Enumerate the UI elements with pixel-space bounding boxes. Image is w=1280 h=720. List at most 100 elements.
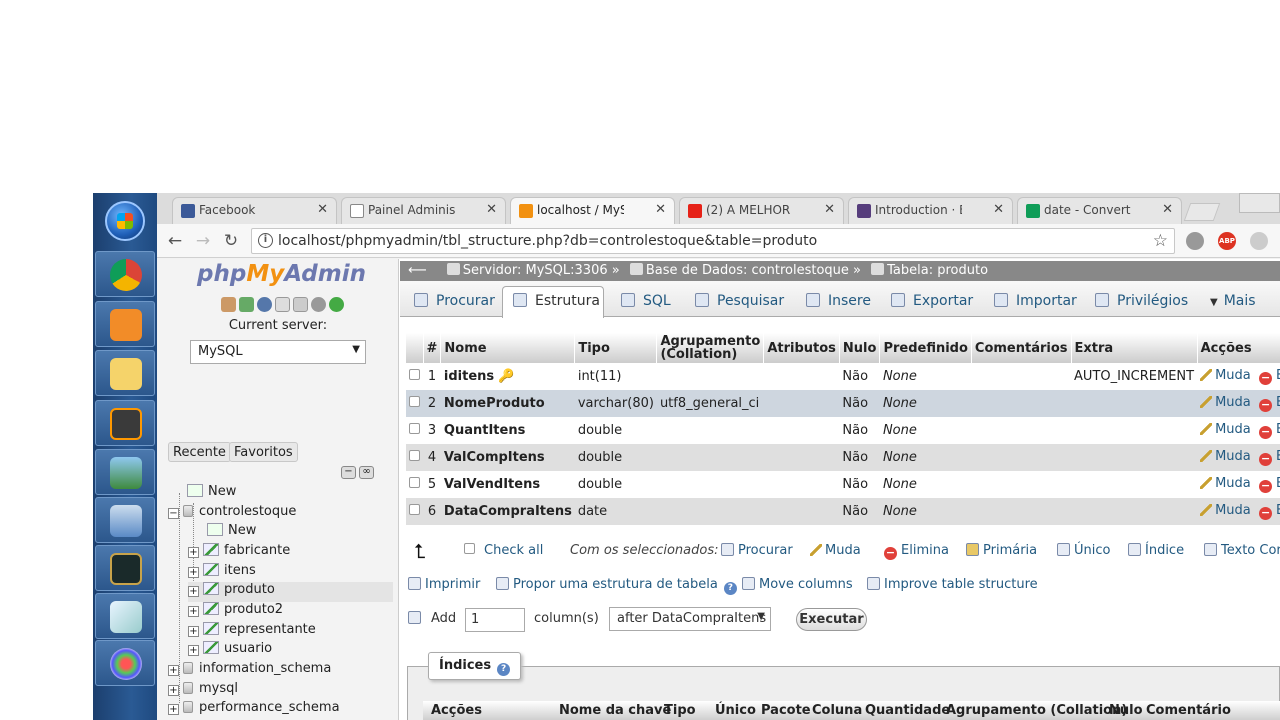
tab-painel-administrado[interactable]: Painel Administrado ✕ — [341, 197, 506, 224]
tree-item-itens[interactable]: + itens — [188, 563, 256, 583]
chrome-taskbar-icon[interactable] — [95, 251, 155, 297]
control-panel-taskbar-icon[interactable] — [95, 497, 155, 543]
close-tab-icon[interactable]: ✕ — [824, 202, 835, 217]
info-icon[interactable]: i — [258, 233, 273, 248]
photo-viewer-taskbar-icon[interactable] — [95, 449, 155, 495]
table-row[interactable]: 4 ValCompItens double Não None Muda −Elimin — [406, 444, 1280, 471]
close-tab-icon[interactable]: ✕ — [655, 202, 666, 217]
tab-bootstrap[interactable]: Introduction · Boots ✕ — [848, 197, 1013, 224]
tree-item-controlestoque[interactable]: − controlestoque — [168, 504, 296, 524]
extension-icon[interactable] — [1186, 232, 1204, 250]
expand-icon[interactable]: + — [188, 645, 199, 656]
drop-column-button[interactable]: −Elimin — [1259, 395, 1280, 412]
tree-item-fabricante[interactable]: + fabricante — [188, 543, 290, 563]
tab-mais[interactable]: ▼ Mais — [1210, 287, 1256, 317]
paint-taskbar-icon[interactable] — [95, 640, 155, 686]
bulk-change-button[interactable]: Muda — [810, 543, 861, 558]
change-column-button[interactable]: Muda — [1200, 476, 1251, 491]
bulk-primary-button[interactable]: Primária — [966, 543, 1037, 558]
tab-recente[interactable]: Recente — [168, 442, 231, 462]
header-nome[interactable]: Nome — [440, 333, 576, 363]
tab-sql[interactable]: SQL — [621, 287, 671, 317]
header-predefinido[interactable]: Predefinido — [879, 333, 972, 363]
move-columns-link[interactable]: Move columns — [742, 577, 853, 592]
expand-icon[interactable]: + — [188, 626, 199, 637]
drop-column-button[interactable]: −Elimin — [1259, 368, 1280, 385]
tree-item-produto[interactable]: + produto — [188, 582, 393, 602]
header-tipo[interactable]: Tipo — [574, 333, 658, 363]
media-player-taskbar-icon[interactable] — [95, 301, 155, 347]
refresh-icon[interactable] — [329, 297, 344, 312]
reload-icon[interactable]: ↻ — [220, 230, 242, 252]
back-arrow-icon[interactable]: ⟵ — [408, 263, 427, 278]
drop-column-button[interactable]: −Elimin — [1259, 449, 1280, 466]
drop-column-button[interactable]: −Elimin — [1259, 476, 1280, 493]
bulk-drop-button[interactable]: − Elimina — [884, 543, 949, 560]
expand-icon[interactable]: + — [168, 704, 179, 715]
tab-facebook[interactable]: Facebook ✕ — [172, 197, 337, 224]
table-row[interactable]: 2 NomeProduto varchar(80) utf8_general_ci Nã… — [406, 390, 1280, 417]
tree-item-information-schema[interactable]: + information_schema — [168, 661, 331, 681]
close-tab-icon[interactable]: ✕ — [486, 202, 497, 217]
new-tab-button[interactable] — [1183, 203, 1221, 221]
expand-icon[interactable]: + — [188, 547, 199, 558]
bulk-browse-button[interactable]: Procurar — [721, 543, 793, 558]
print-link[interactable]: Imprimir — [408, 577, 480, 592]
close-tab-icon[interactable]: ✕ — [993, 202, 1004, 217]
tab-insere[interactable]: Insere — [806, 287, 871, 317]
tab-exportar[interactable]: Exportar — [891, 287, 973, 317]
table-row[interactable]: 3 QuantItens double Não None Muda −Elimin — [406, 417, 1280, 444]
notepad-taskbar-icon[interactable] — [95, 593, 155, 639]
logout-icon[interactable] — [239, 297, 254, 312]
gear-icon[interactable] — [311, 297, 326, 312]
check-all[interactable]: Check all — [464, 543, 543, 558]
copy-icon[interactable] — [293, 297, 308, 312]
change-column-button[interactable]: Muda — [1200, 368, 1251, 383]
forward-icon[interactable]: → — [192, 230, 214, 252]
expand-icon[interactable]: + — [188, 606, 199, 617]
tab-procurar[interactable]: Procurar — [414, 287, 495, 317]
drop-column-button[interactable]: −Elimin — [1259, 503, 1280, 520]
expand-icon[interactable]: + — [188, 567, 199, 578]
row-checkbox[interactable] — [409, 423, 420, 434]
tab-importar[interactable]: Importar — [994, 287, 1077, 317]
file-explorer-taskbar-icon[interactable] — [95, 350, 155, 396]
tree-item-produto2[interactable]: + produto2 — [188, 602, 283, 622]
link-icon[interactable]: ∞ — [359, 466, 374, 479]
windows-start-button[interactable] — [105, 201, 145, 241]
row-checkbox[interactable] — [409, 396, 420, 407]
change-column-button[interactable]: Muda — [1200, 422, 1251, 437]
header-nulo[interactable]: Nulo — [839, 333, 881, 363]
sublime-text-taskbar-icon[interactable] — [95, 400, 155, 446]
tab-phpmyadmin[interactable]: localhost / MySQL / ✕ — [510, 197, 675, 224]
extension-icon[interactable] — [1250, 232, 1268, 250]
expand-icon[interactable]: + — [168, 685, 179, 696]
address-bar[interactable]: i localhost/phpmyadmin/tbl_structure.php… — [251, 228, 1175, 254]
indexes-legend[interactable]: Índices? — [428, 652, 522, 680]
league-of-legends-taskbar-icon[interactable] — [95, 545, 155, 591]
tab-youtube[interactable]: (2) A MELHOR PART ✕ — [679, 197, 844, 224]
bulk-unique-button[interactable]: Único — [1057, 543, 1110, 558]
close-tab-icon[interactable]: ✕ — [317, 202, 328, 217]
help-icon[interactable]: ? — [497, 663, 511, 676]
row-checkbox[interactable] — [409, 450, 420, 461]
tab-privilegios[interactable]: Privilégios — [1095, 287, 1188, 317]
server-select[interactable]: MySQL ▼ — [190, 340, 366, 364]
row-checkbox[interactable] — [409, 369, 420, 380]
collapse-all-icon[interactable]: − — [341, 466, 356, 479]
tree-item-representante[interactable]: + representante — [188, 622, 316, 642]
tab-pesquisar[interactable]: Pesquisar — [695, 287, 784, 317]
header-extra[interactable]: Extra — [1071, 333, 1198, 363]
bulk-index-button[interactable]: Índice — [1128, 543, 1184, 558]
collapse-icon[interactable]: − — [168, 508, 179, 519]
tree-item-performance-schema[interactable]: + performance_schema — [168, 700, 340, 720]
breadcrumb-database[interactable]: Base de Dados: controlestoque — [646, 263, 849, 278]
tab-favoritos[interactable]: Favoritos — [229, 442, 298, 462]
drop-column-button[interactable]: −Elimin — [1259, 422, 1280, 439]
column-count-input[interactable]: 1 — [465, 608, 525, 632]
back-icon[interactable]: ← — [164, 230, 186, 252]
table-row[interactable]: 1 iditens 🔑 int(11) Não None AUTO_INCREMENT Mu… — [406, 363, 1280, 390]
column-position-select[interactable]: after DataCompraItens ▼ — [609, 607, 771, 631]
home-icon[interactable] — [221, 297, 236, 312]
expand-icon[interactable]: + — [168, 665, 179, 676]
